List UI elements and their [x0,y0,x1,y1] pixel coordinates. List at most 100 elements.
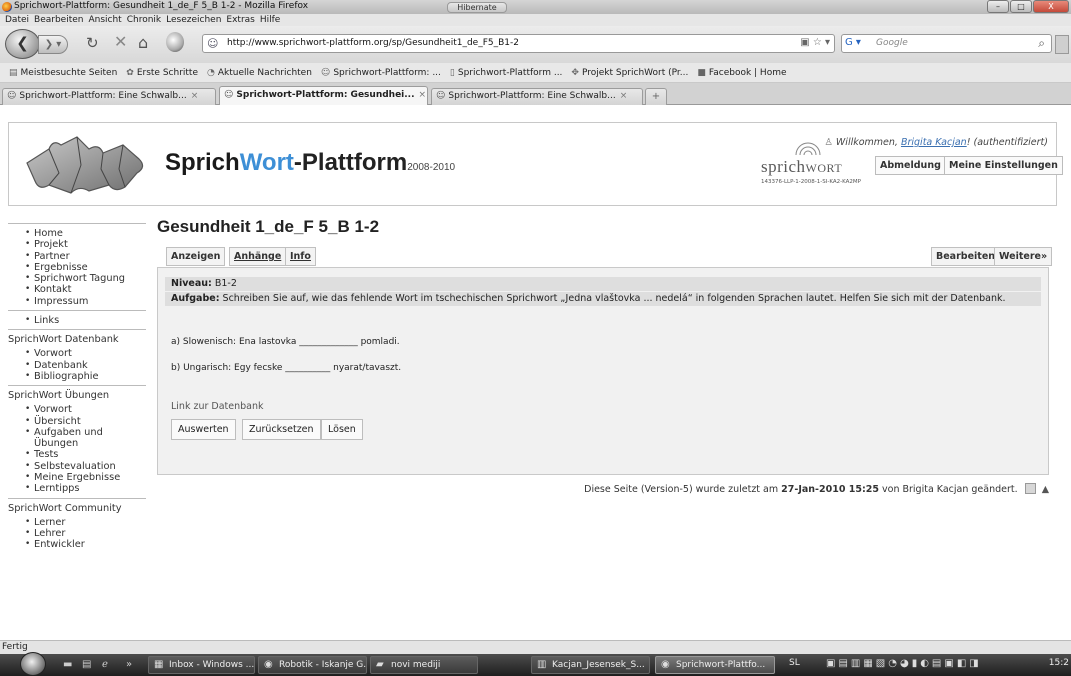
menu-chronik[interactable]: Chronik [127,14,161,26]
bookmark-item[interactable]: ▯ Sprichwort-Plattform ... [450,68,563,78]
sidebar-item-projekt[interactable]: Projekt [8,239,146,251]
hibernate-button[interactable]: Hibernate [447,2,507,13]
start-button[interactable] [20,652,46,676]
show-desktop-icon[interactable]: ▬ [63,659,72,670]
persona-icon[interactable] [166,32,184,52]
close-button[interactable]: X [1033,0,1069,13]
stop-icon[interactable]: ✕ [114,32,127,51]
sidebar-divider [8,497,146,499]
sidebar-item-lerntipps[interactable]: Lerntipps [8,483,146,495]
close-tab-icon[interactable]: × [419,90,427,100]
reset-button[interactable]: Zurücksetzen [242,419,321,440]
bookmark-item[interactable]: ◔ Aktuelle Nachrichten [207,68,312,78]
menu-datei[interactable]: Datei [5,14,29,26]
site-favicon-icon: ☺ [207,37,219,50]
system-tray-icons[interactable]: ▣▤▥▦▧◔◕▮◐▤▣◧◨ [826,658,982,669]
user-link[interactable]: Brigita Kacjan [901,137,967,148]
sidebar-item-aufgaben[interactable]: Aufgaben und Übungen [8,427,146,450]
url-bar[interactable]: ☺ http://www.sprichwort-plattform.org/sp… [202,34,835,53]
rss-icon[interactable] [1024,483,1036,494]
taskbar-item[interactable]: ◉ Robotik - Iskanje G... [258,656,367,674]
sidebar-item-impressum[interactable]: Impressum [8,296,146,308]
tab-anzeigen[interactable]: Anzeigen [166,247,226,266]
page-content: SprichWort-Plattform2008-2010 sprichWORT… [0,105,1071,640]
bookmark-item[interactable]: ✿ Erste Schritte [126,68,198,78]
sidebar-item-lehrer[interactable]: Lehrer [8,528,146,540]
sidebar-item-vorwort[interactable]: Vorwort [8,348,146,360]
url-text: http://www.sprichwort-plattform.org/sp/G… [227,38,519,48]
new-tab-button[interactable]: + [645,88,667,105]
sidebar-item-tests[interactable]: Tests [8,449,146,461]
close-tab-icon[interactable]: × [620,91,628,101]
forward-button[interactable]: ❯ ▾ [38,35,68,54]
sidebar-item-partner[interactable]: Partner [8,251,146,263]
sidebar-item-lerner[interactable]: Lerner [8,517,146,529]
sidebar-item-home[interactable]: Home [8,228,146,240]
language-indicator[interactable]: SL [789,658,800,668]
scroll-top-icon[interactable]: ▲ [1042,484,1049,495]
tab-info[interactable]: Info [285,247,316,266]
sidebar-divider [8,329,146,331]
user-icon: ♙ [824,137,833,148]
minimize-button[interactable]: – [987,0,1009,13]
sidebar-item-datenbank[interactable]: Datenbank [8,360,146,372]
maximize-button[interactable]: □ [1010,0,1032,13]
home-icon[interactable]: ⌂ [138,33,148,52]
sidebar-item-links[interactable]: Links [8,315,146,327]
site-brand[interactable]: SprichWort-Plattform2008-2010 [165,149,455,177]
browser-tab[interactable]: ☺ Sprichwort-Plattform: Eine Schwalb... × [2,88,216,105]
browser-tab[interactable]: ☺ Sprichwort-Plattform: Eine Schwalb... × [431,88,643,105]
evaluate-button[interactable]: Auswerten [171,419,236,440]
window-titlebar[interactable]: Sprichwort-Plattform: Gesundheit 1_de_F … [0,0,1071,14]
explorer-icon[interactable]: ▤ [82,659,91,670]
taskbar-item[interactable]: ▦ Inbox - Windows ... [148,656,255,674]
logout-button[interactable]: Abmeldung [875,156,946,175]
site-icon: ☺ [436,91,446,101]
site-header: SprichWort-Plattform2008-2010 sprichWORT… [8,122,1063,206]
sidebar-navigation: Home Projekt Partner Ergebnisse Sprichwo… [8,220,146,551]
bookmark-item[interactable]: ☺ Sprichwort-Plattform: ... [321,68,441,78]
back-button[interactable]: ❮ [5,29,40,59]
toolbar-overflow-icon[interactable] [1055,35,1069,54]
project-code: 143376-LLP-1-2008-1-SI-KA2-KA2MP [761,179,861,185]
reload-icon[interactable]: ↻ [86,34,99,52]
menu-extras[interactable]: Extras [226,14,254,26]
search-icon[interactable]: ⌕ [1038,36,1045,51]
page-title: Gesundheit 1_de_F 5_B 1-2 [157,217,380,236]
bookmark-item[interactable]: ■ Facebook | Home [697,68,786,78]
sidebar-item-ergebnisse[interactable]: Ergebnisse [8,262,146,274]
quicklaunch-more-icon[interactable]: » [126,659,132,670]
close-tab-icon[interactable]: × [191,91,199,101]
bookmark-star-icon[interactable]: ▣ ☆ ▾ [800,37,830,48]
solve-button[interactable]: Lösen [321,419,363,440]
search-field[interactable]: G ▾ Google ⌕ [841,34,1052,53]
menu-bearbeiten[interactable]: Bearbeiten [34,14,83,26]
sidebar-item-bibliographie[interactable]: Bibliographie [8,371,146,383]
sidebar-item-kontakt[interactable]: Kontakt [8,284,146,296]
browser-tab-active[interactable]: ☺ Sprichwort-Plattform: Gesundhei... × [219,86,428,105]
sidebar-item-tagung[interactable]: Sprichwort Tagung [8,273,146,285]
clock[interactable]: 15:2 [1049,658,1069,668]
taskbar-item[interactable]: ▥ Kacjan_Jesensek_S... [531,656,650,674]
menu-lesezeichen[interactable]: Lesezeichen [166,14,221,26]
sidebar-item-vorwort[interactable]: Vorwort [8,404,146,416]
database-link[interactable]: Link zur Datenbank [171,401,264,412]
search-engine-icon[interactable]: G ▾ [845,37,861,48]
sidebar-item-selbstevaluation[interactable]: Selbstevaluation [8,461,146,473]
sidebar-item-entwickler[interactable]: Entwickler [8,539,146,551]
menu-ansicht[interactable]: Ansicht [88,14,121,26]
sidebar-item-ergebnisse[interactable]: Meine Ergebnisse [8,472,146,484]
tab-anhaenge[interactable]: Anhänge [229,247,287,266]
taskbar-item-active[interactable]: ◉ Sprichwort-Plattfo... [655,656,775,674]
menu-bar: Datei Bearbeiten Ansicht Chronik Lesezei… [0,14,1071,26]
tab-weitere[interactable]: Weitere» [994,247,1053,266]
tab-bearbeiten[interactable]: Bearbeiten [931,247,1001,266]
internet-explorer-icon[interactable]: ℯ [102,659,108,670]
taskbar-item[interactable]: ▰ novi mediji [370,656,478,674]
my-settings-button[interactable]: Meine Einstellungen [944,156,1063,175]
main-content: Gesundheit 1_de_F 5_B 1-2 Anzeigen Anhän… [157,217,1057,495]
sidebar-item-uebersicht[interactable]: Übersicht [8,416,146,428]
bookmark-item[interactable]: ▤ Meistbesuchte Seiten [9,68,117,78]
bookmark-item[interactable]: ✥ Projekt SprichWort (Pr... [571,68,688,78]
menu-hilfe[interactable]: Hilfe [260,14,280,26]
